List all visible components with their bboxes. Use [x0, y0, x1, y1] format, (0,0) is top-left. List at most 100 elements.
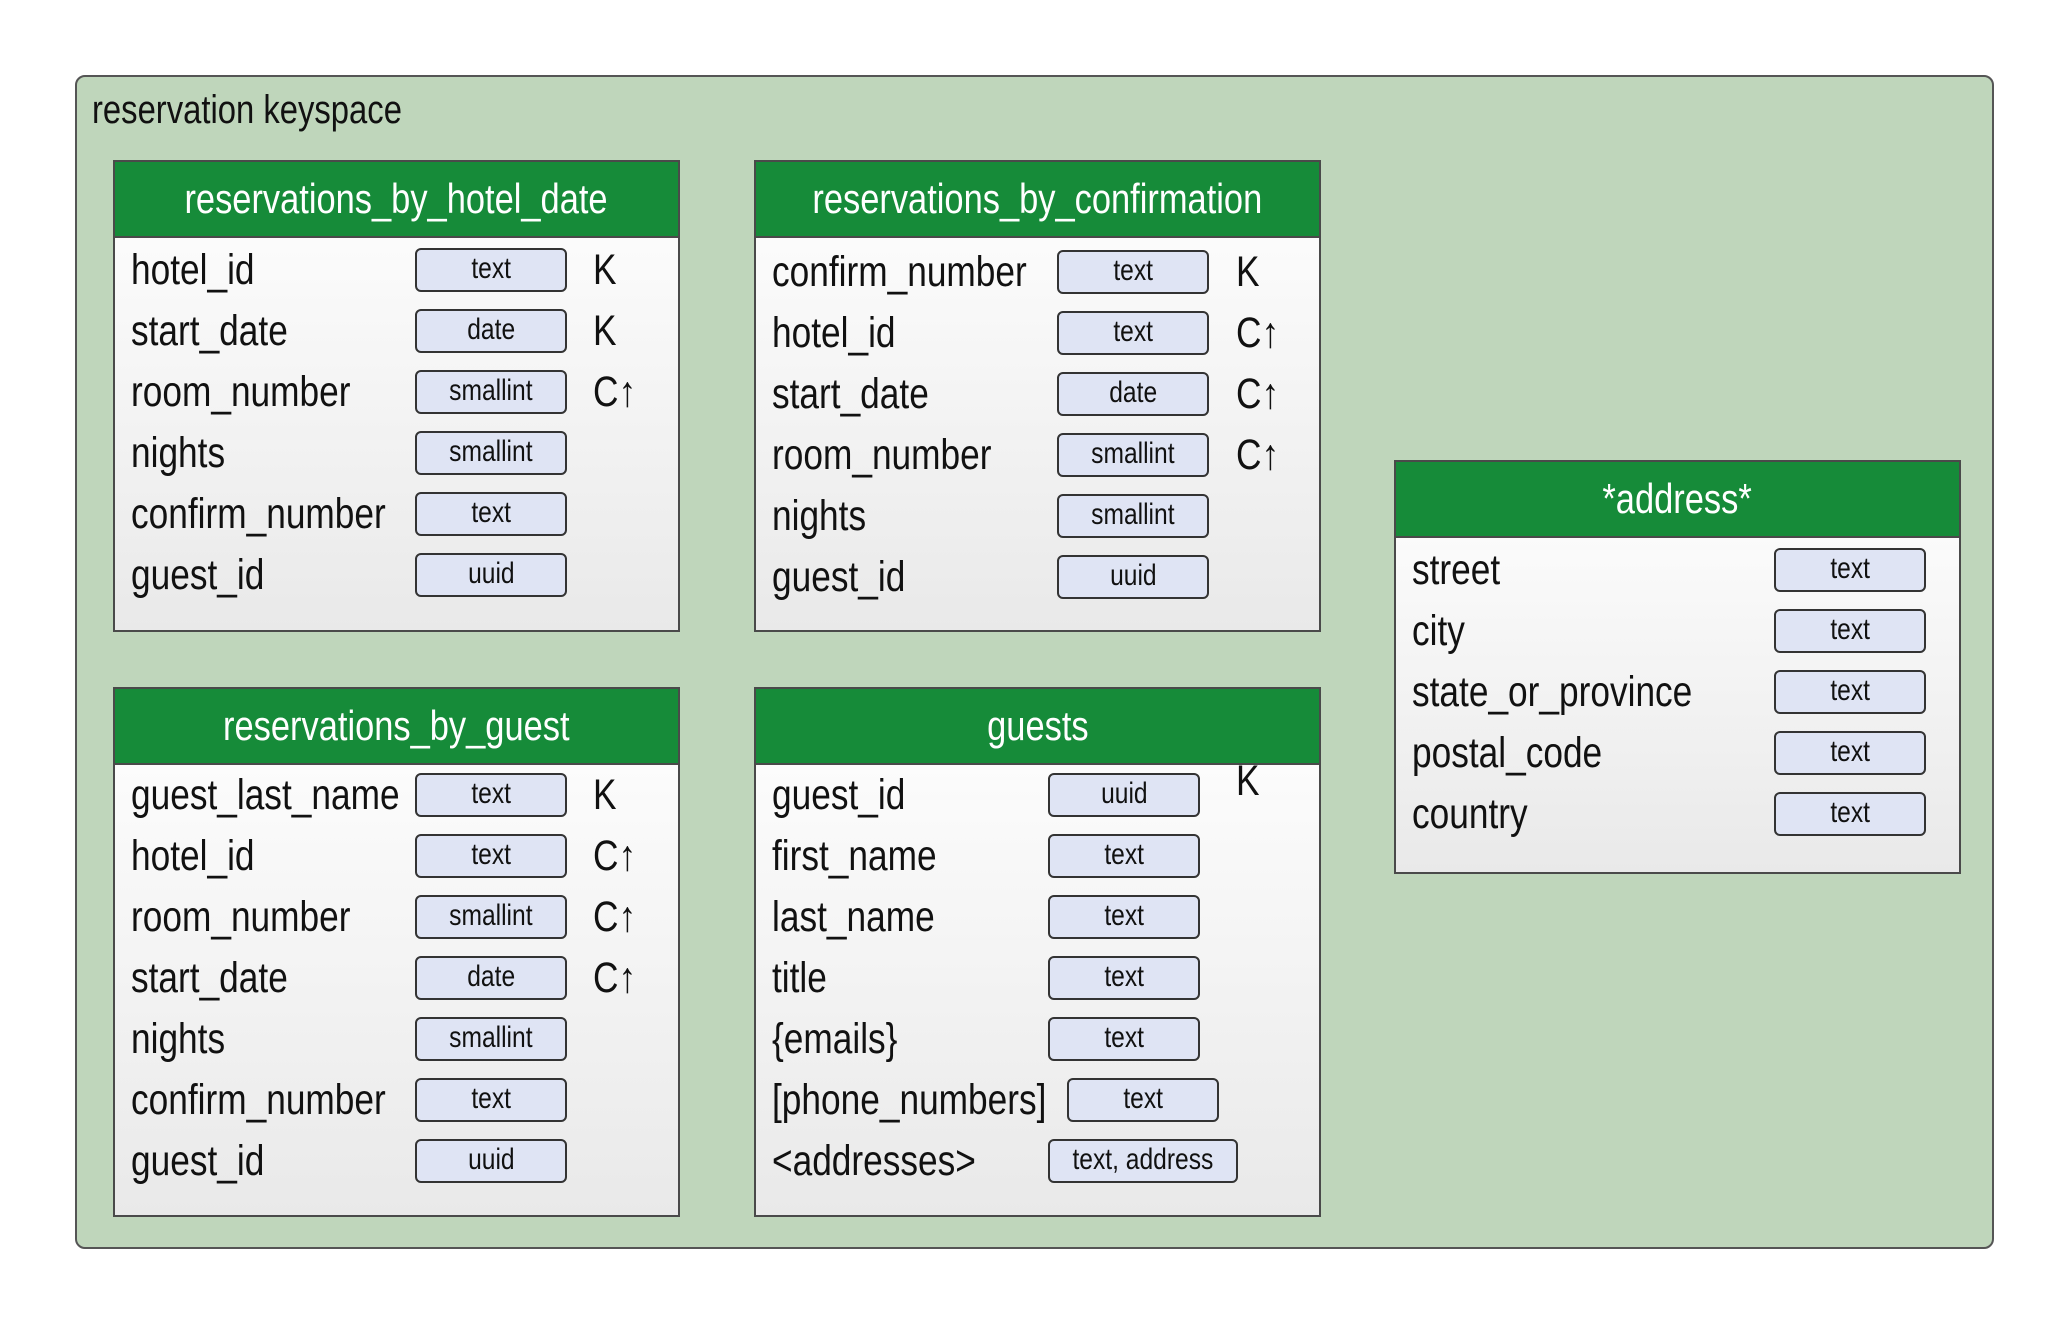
column-row: hotel_id text C↑ — [756, 303, 1319, 364]
column-type-badge: smallint — [415, 370, 567, 414]
column-type-badge: date — [415, 956, 567, 1000]
column-type-text: text, address — [1073, 1143, 1214, 1177]
column-type-text: date — [467, 313, 515, 347]
column-row: {emails} text — [756, 1009, 1319, 1070]
column-row: guest_id uuid — [115, 1131, 678, 1192]
column-type-text: text — [1830, 552, 1870, 586]
column-row: titletext — [756, 948, 1319, 1009]
column-row: nights smallint — [115, 423, 678, 484]
column-name: room_number — [131, 368, 351, 417]
column-key-marker: C↑ — [593, 368, 636, 417]
column-row: state_or_provincetext — [1396, 662, 1959, 723]
column-name: start_date — [131, 954, 288, 1003]
column-type-badge: text — [415, 248, 567, 292]
column-row: guest_iduuid — [115, 545, 678, 606]
column-type-badge: text — [415, 492, 567, 536]
column-type-text: text — [1113, 315, 1153, 349]
column-type-badge: text — [1048, 1017, 1200, 1061]
column-type-text: smallint — [449, 435, 532, 469]
column-name: city — [1412, 607, 1465, 656]
column-name: hotel_id — [772, 309, 896, 358]
column-key-marker: C↑ — [1236, 431, 1279, 480]
column-type-text: text — [471, 777, 511, 811]
column-type-text: text — [1104, 960, 1144, 994]
column-name: <addresses> — [772, 1137, 976, 1186]
column-name: [phone_numbers] — [772, 1076, 1046, 1125]
column-key-marker: C↑ — [1236, 309, 1279, 358]
column-key-marker: C↑ — [593, 832, 636, 881]
column-type-badge: smallint — [415, 1017, 567, 1061]
column-type-badge: uuid — [415, 1139, 567, 1183]
column-row: room_number smallint C↑ — [756, 425, 1319, 486]
column-type-badge: uuid — [1057, 555, 1209, 599]
column-type-badge: smallint — [1057, 433, 1209, 477]
column-type-badge: text — [1774, 731, 1926, 775]
table-title-text: reservations_by_confirmation — [813, 175, 1263, 223]
column-type-text: smallint — [449, 899, 532, 933]
column-name: start_date — [131, 307, 288, 356]
column-key-marker: K — [593, 771, 617, 820]
column-type-text: text — [1830, 613, 1870, 647]
column-type-text: text — [1113, 254, 1153, 288]
column-name: country — [1412, 790, 1528, 839]
column-type-badge: date — [415, 309, 567, 353]
column-type-text: text — [1123, 1082, 1163, 1116]
column-name: start_date — [772, 370, 929, 419]
column-row: <addresses> text, address — [756, 1131, 1319, 1192]
column-type-badge: text — [1067, 1078, 1219, 1122]
column-type-text: text — [471, 252, 511, 286]
column-type-badge: text — [1057, 311, 1209, 355]
column-key-marker: K — [593, 246, 617, 295]
table-title: reservations_by_confirmation — [756, 162, 1319, 238]
column-name: street — [1412, 546, 1500, 595]
column-key-marker: K — [1236, 757, 1260, 806]
column-name: nights — [131, 429, 225, 478]
column-row: confirm_numbertext — [115, 484, 678, 545]
column-type-badge: text — [1774, 548, 1926, 592]
column-type-badge: text — [415, 834, 567, 878]
table-title-text: guests — [987, 702, 1088, 750]
column-name: hotel_id — [131, 832, 255, 881]
column-type-text: uuid — [1101, 777, 1148, 811]
table-title: reservations_by_guest — [115, 689, 678, 765]
column-type-text: smallint — [1091, 498, 1174, 532]
column-row: nightssmallint — [115, 1009, 678, 1070]
keyspace-title: reservation keyspace — [92, 88, 402, 133]
column-name: postal_code — [1412, 729, 1602, 778]
column-type-badge: text — [1057, 250, 1209, 294]
column-name: room_number — [772, 431, 992, 480]
table-4: *address*streettextcitytextstate_or_prov… — [1394, 460, 1961, 874]
table-title: guests — [756, 689, 1319, 765]
column-row: country text — [1396, 784, 1959, 845]
column-key-marker: C↑ — [593, 954, 636, 1003]
table-1: reservations_by_confirmation confirm_numb… — [754, 160, 1321, 632]
column-type-text: smallint — [449, 1021, 532, 1055]
column-type-text: text — [1830, 674, 1870, 708]
column-type-badge: text — [1774, 792, 1926, 836]
column-type-text: uuid — [468, 1143, 515, 1177]
column-type-badge: text — [1774, 670, 1926, 714]
table-0: reservations_by_hotel_datehotel_idtextKs… — [113, 160, 680, 632]
column-row: confirm_numbertext — [115, 1070, 678, 1131]
column-type-badge: smallint — [415, 895, 567, 939]
column-type-text: text — [471, 838, 511, 872]
column-type-text: text — [1830, 796, 1870, 830]
column-row: start_datedateK — [115, 301, 678, 362]
column-row: room_number smallint C↑ — [115, 887, 678, 948]
column-key-marker: C↑ — [1236, 370, 1279, 419]
column-row: city text — [1396, 601, 1959, 662]
column-name: guest_id — [131, 1137, 264, 1186]
column-row: room_number smallint C↑ — [115, 362, 678, 423]
column-row: guest_iduuidK — [756, 765, 1319, 826]
table-title-text: *address* — [1603, 475, 1752, 523]
table-title-text: reservations_by_hotel_date — [185, 175, 608, 223]
column-name: confirm_number — [131, 1076, 386, 1125]
column-type-text: text — [1830, 735, 1870, 769]
column-name: room_number — [131, 893, 351, 942]
column-key-marker: C↑ — [593, 893, 636, 942]
column-name: confirm_number — [772, 248, 1027, 297]
column-type-badge: date — [1057, 372, 1209, 416]
column-key-marker: K — [1236, 248, 1260, 297]
column-type-badge: text — [1774, 609, 1926, 653]
column-name: {emails} — [772, 1015, 897, 1064]
